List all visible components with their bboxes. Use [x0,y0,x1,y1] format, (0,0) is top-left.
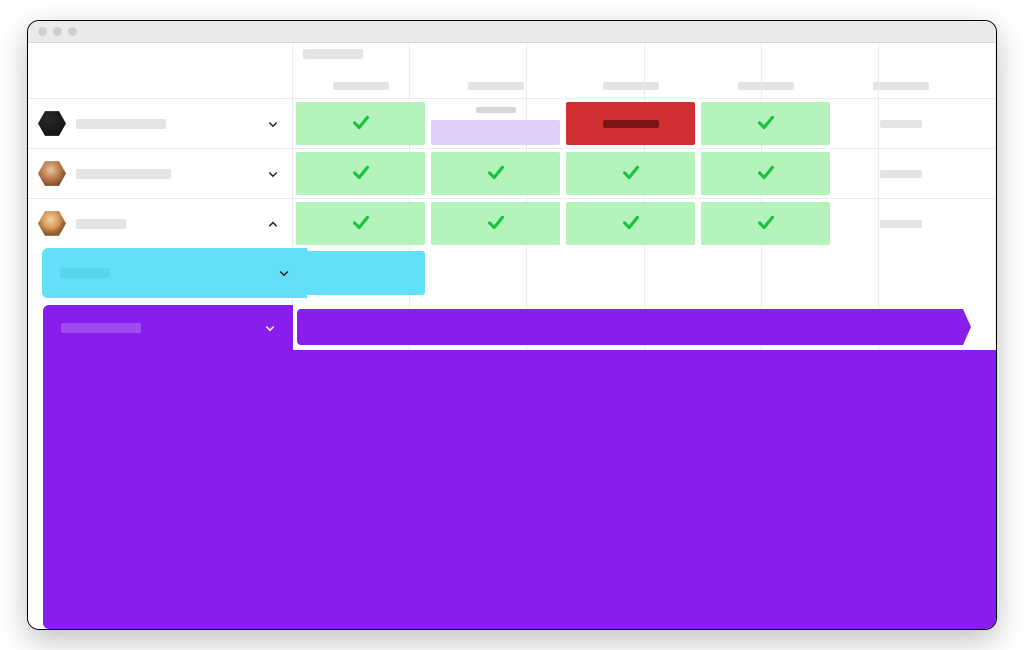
check-icon [620,211,642,236]
status-cell-ok[interactable] [296,102,425,145]
avatar [38,210,66,238]
timeline-header-cols [293,73,996,98]
chevron-down-icon[interactable] [263,321,277,335]
col-header[interactable] [293,73,428,98]
col-header[interactable] [833,73,968,98]
timeline-row [293,198,996,248]
person-name [76,169,256,179]
check-icon [755,211,777,236]
status-cell-split[interactable] [431,102,560,145]
avatar [38,160,66,188]
app-window [27,20,997,630]
person-name [76,219,256,229]
value-cell[interactable] [836,152,965,195]
status-label [603,120,659,128]
traffic-light-max[interactable] [68,27,77,36]
value-cell[interactable] [836,202,965,245]
check-icon [485,211,507,236]
group-summary-bar[interactable] [297,309,961,345]
status-cell-ok[interactable] [431,202,560,245]
col-header[interactable] [698,73,833,98]
chevron-down-icon[interactable] [266,117,280,131]
avatar [38,110,66,138]
check-icon [755,161,777,186]
person-row[interactable] [28,148,292,198]
check-icon [350,161,372,186]
titlebar [28,21,996,43]
header-group-label [303,49,363,59]
status-cell-ok[interactable] [701,102,830,145]
group-row-purple [43,305,996,350]
chevron-up-icon[interactable] [266,217,280,231]
status-cell-ok[interactable] [566,152,695,195]
col-header[interactable] [563,73,698,98]
group-header[interactable] [43,305,293,350]
check-icon [350,111,372,136]
check-icon [350,211,372,236]
person-row[interactable] [28,198,292,248]
status-cell-error[interactable] [566,102,695,145]
check-icon [485,161,507,186]
status-cell-ok[interactable] [566,202,695,245]
status-cell-ok[interactable] [296,202,425,245]
traffic-light-close[interactable] [38,27,47,36]
check-icon [620,161,642,186]
status-cell-ok[interactable] [701,202,830,245]
app-body [28,43,996,629]
timeline-row [293,148,996,198]
cell-bot-label [431,120,560,145]
group-row-cyan [43,248,996,298]
group-label [61,323,141,333]
group-header[interactable] [42,248,307,298]
check-icon [755,111,777,136]
person-name [76,119,256,129]
traffic-light-min[interactable] [53,27,62,36]
value-cell[interactable] [836,102,965,145]
timeline-header-group [293,43,996,73]
group-summary-cell[interactable] [293,248,428,298]
col-header[interactable] [428,73,563,98]
timeline-row [293,98,996,148]
group-tasks-purple [43,350,996,629]
cell-top-label [431,102,560,118]
chevron-down-icon[interactable] [266,167,280,181]
status-cell-ok[interactable] [431,152,560,195]
status-cell-ok[interactable] [296,152,425,195]
chevron-down-icon[interactable] [277,266,291,280]
person-row[interactable] [28,98,292,148]
group-label [60,268,110,278]
status-cell-ok[interactable] [701,152,830,195]
